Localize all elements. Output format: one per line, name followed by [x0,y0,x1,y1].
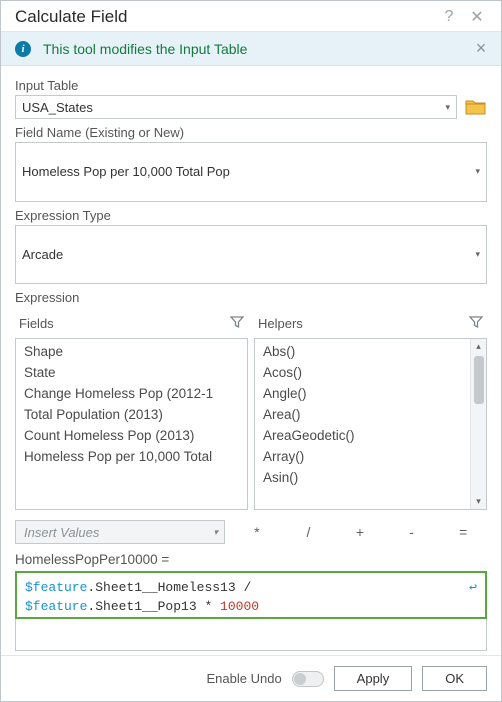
filter-helpers-icon[interactable] [469,315,483,332]
content-area: Input Table USA_States ▾ Field Name (Exi… [1,66,501,655]
helpers-header: Helpers [258,316,303,331]
list-item[interactable]: Homeless Pop per 10,000 Total [16,446,247,467]
input-table-select[interactable]: USA_States ▾ [15,95,457,119]
fields-listbox[interactable]: Shape State Change Homeless Pop (2012-1 … [15,338,248,510]
scroll-thumb[interactable] [474,356,484,404]
input-table-value: USA_States [22,100,93,115]
close-icon[interactable]: ✕ [463,7,491,27]
enable-undo-toggle[interactable] [292,671,324,687]
operator-buttons: * / + - = [233,521,487,543]
insert-values-placeholder: Insert Values [24,525,99,540]
scroll-up-icon[interactable]: ▴ [476,339,481,354]
list-item[interactable]: Asin() [255,467,470,488]
op-multiply-button[interactable]: * [233,521,281,543]
code-line: $feature.Sheet1__Pop13 * 10000 [25,598,477,617]
word-wrap-icon[interactable]: ↩ [469,579,477,598]
info-icon: i [15,41,31,57]
list-item[interactable]: Array() [255,446,470,467]
scroll-down-icon[interactable]: ▾ [476,494,481,509]
ok-button[interactable]: OK [422,666,487,691]
enable-undo-label: Enable Undo [207,671,282,686]
chevron-down-icon: ▾ [475,166,480,177]
chevron-down-icon: ▾ [213,527,218,538]
fields-helpers-panes: Fields Shape State Change Homeless Pop (… [15,311,487,510]
code-line: $feature.Sheet1__Homeless13 / [25,579,477,598]
list-item[interactable]: Acos() [255,362,470,383]
titlebar: Calculate Field ? ✕ [1,1,501,32]
info-close-icon[interactable]: × [471,38,491,59]
window-title: Calculate Field [15,7,435,27]
footer: Enable Undo Apply OK [1,655,501,701]
expression-label: Expression [15,290,487,305]
list-item[interactable]: Change Homeless Pop (2012-1 [16,383,247,404]
list-item[interactable]: State [16,362,247,383]
expr-type-select[interactable]: Arcade ▾ [15,225,487,285]
chevron-down-icon: ▾ [445,102,450,113]
list-item[interactable]: Area() [255,404,470,425]
helpers-scrollbar[interactable]: ▴ ▾ [470,339,486,509]
list-item[interactable]: Total Population (2013) [16,404,247,425]
op-plus-button[interactable]: + [336,521,384,543]
code-block-input[interactable] [15,619,487,651]
browse-folder-icon[interactable] [465,98,487,116]
fields-header: Fields [19,316,54,331]
insert-values-dropdown[interactable]: Insert Values ▾ [15,520,225,544]
field-name-select[interactable]: Homeless Pop per 10,000 Total Pop ▾ [15,142,487,202]
filter-fields-icon[interactable] [230,315,244,332]
helpers-pane: Helpers Abs() Acos() Angle() Area() Area… [254,311,487,510]
fields-pane: Fields Shape State Change Homeless Pop (… [15,311,248,510]
list-item[interactable]: Angle() [255,383,470,404]
info-text: This tool modifies the Input Table [43,41,471,57]
list-item[interactable]: Abs() [255,341,470,362]
list-item[interactable]: Count Homeless Pop (2013) [16,425,247,446]
assignment-label: HomelessPopPer10000 = [15,552,487,567]
expression-code-input[interactable]: ↩ $feature.Sheet1__Homeless13 / $feature… [15,571,487,619]
op-minus-button[interactable]: - [388,521,436,543]
chevron-down-icon: ▾ [475,249,480,260]
toggle-knob [294,673,306,685]
help-icon[interactable]: ? [435,8,463,26]
info-banner: i This tool modifies the Input Table × [1,32,501,66]
input-table-label: Input Table [15,78,487,93]
apply-button[interactable]: Apply [334,666,413,691]
op-equals-button[interactable]: = [439,521,487,543]
expr-type-label: Expression Type [15,208,487,223]
field-name-value: Homeless Pop per 10,000 Total Pop [22,164,230,179]
list-item[interactable]: AreaGeodetic() [255,425,470,446]
op-divide-button[interactable]: / [285,521,333,543]
field-name-label: Field Name (Existing or New) [15,125,487,140]
list-item[interactable]: Shape [16,341,247,362]
helpers-listbox[interactable]: Abs() Acos() Angle() Area() AreaGeodetic… [254,338,487,510]
expr-type-value: Arcade [22,247,63,262]
